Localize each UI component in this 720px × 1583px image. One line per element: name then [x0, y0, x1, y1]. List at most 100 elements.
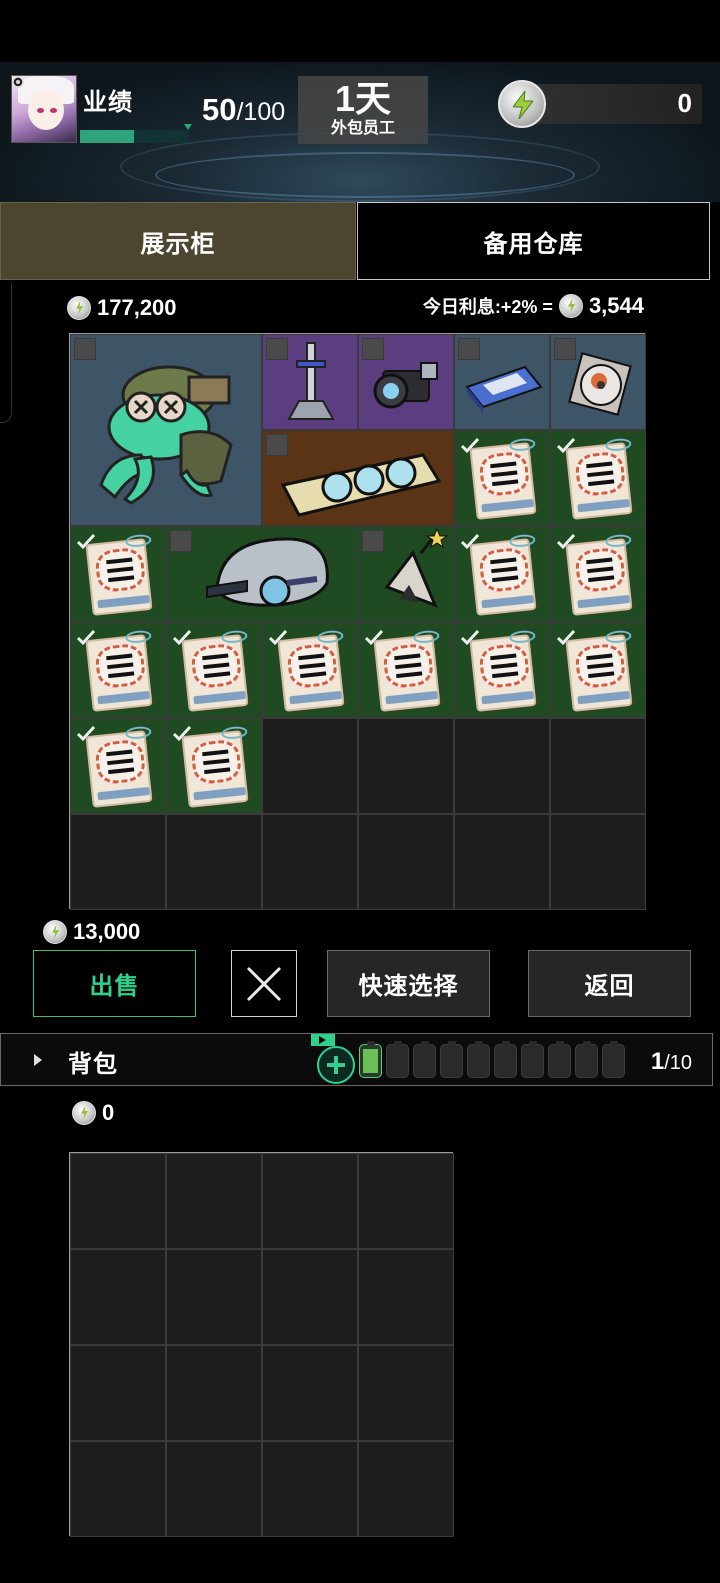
checkmark-icon[interactable] [459, 627, 481, 649]
item-congratulation-card[interactable] [262, 622, 358, 718]
item-congratulation-card[interactable] [550, 622, 646, 718]
checkmark-icon[interactable] [267, 627, 289, 649]
backpack-header[interactable]: 背包 1/10 [0, 1033, 713, 1086]
empty-slot[interactable] [454, 718, 550, 814]
checkmark-icon[interactable] [171, 723, 193, 745]
item-congratulation-card[interactable] [70, 718, 166, 814]
select-checkbox[interactable] [266, 434, 288, 456]
empty-slot[interactable] [358, 718, 454, 814]
item-sword-statue[interactable] [262, 334, 358, 430]
item-frog-figurine[interactable] [70, 334, 262, 526]
item-cd-disc[interactable] [550, 334, 646, 430]
battery-slot-empty [467, 1041, 490, 1078]
select-checkbox[interactable] [362, 530, 384, 552]
card-bars [106, 557, 135, 583]
item-congratulation-card[interactable] [166, 718, 262, 814]
back-button[interactable]: 返回 [528, 950, 691, 1017]
backpack-slot[interactable] [358, 1249, 454, 1345]
quick-select-button[interactable]: 快速选择 [327, 950, 490, 1017]
select-checkbox[interactable] [266, 338, 288, 360]
select-checkbox[interactable] [458, 338, 480, 360]
item-congratulation-card[interactable] [454, 622, 550, 718]
backpack-money: 0 [72, 1100, 114, 1126]
checkmark-icon[interactable] [75, 627, 97, 649]
item-graphics-card[interactable] [262, 430, 454, 526]
item-storage-drive[interactable] [454, 334, 550, 430]
empty-slot[interactable] [550, 718, 646, 814]
battery-slot-empty [575, 1041, 598, 1078]
performance-max: /100 [236, 98, 286, 126]
select-checkbox[interactable] [74, 338, 96, 360]
select-checkbox[interactable] [362, 338, 384, 360]
backpack-slot[interactable] [262, 1249, 358, 1345]
item-congratulation-card[interactable] [70, 526, 166, 622]
item-congratulation-card[interactable] [70, 622, 166, 718]
close-icon [246, 966, 282, 1001]
empty-slot[interactable] [262, 814, 358, 910]
backpack-slot[interactable] [166, 1249, 262, 1345]
checkmark-icon[interactable] [171, 627, 193, 649]
tab-showcase[interactable]: 展示柜 [0, 202, 356, 280]
expand-arrow-icon[interactable] [34, 1054, 42, 1066]
card-clip [220, 629, 248, 645]
backpack-slot[interactable] [262, 1345, 358, 1441]
item-helmet[interactable] [166, 526, 358, 622]
add-capacity-button[interactable] [317, 1046, 355, 1084]
empty-slot[interactable] [358, 814, 454, 910]
empty-slot[interactable] [262, 718, 358, 814]
item-congratulation-card[interactable] [550, 430, 646, 526]
item-onigiri-wand[interactable] [358, 526, 454, 622]
video-ad-icon [311, 1034, 335, 1046]
tab-spare-storage[interactable]: 备用仓库 [357, 202, 710, 280]
checkmark-icon[interactable] [363, 627, 385, 649]
empty-slot[interactable] [550, 814, 646, 910]
battery-slot-empty [386, 1041, 409, 1078]
empty-slot[interactable] [454, 814, 550, 910]
card-clip [508, 533, 536, 549]
card-clip [508, 437, 536, 453]
backpack-slot[interactable] [358, 1153, 454, 1249]
backpack-slot[interactable] [262, 1153, 358, 1249]
avatar-face [28, 90, 64, 130]
backpack-slot[interactable] [166, 1441, 262, 1537]
backpack-slot[interactable] [70, 1441, 166, 1537]
backpack-slot[interactable] [166, 1345, 262, 1441]
select-checkbox[interactable] [554, 338, 576, 360]
gear-icon[interactable] [11, 75, 25, 89]
item-camera-lens[interactable] [358, 334, 454, 430]
checkmark-icon[interactable] [555, 435, 577, 457]
checkmark-icon[interactable] [555, 531, 577, 553]
frog-figurine-icon [99, 365, 233, 505]
select-checkbox[interactable] [170, 530, 192, 552]
empty-slot[interactable] [70, 814, 166, 910]
card-label [289, 690, 342, 705]
item-congratulation-card[interactable] [358, 622, 454, 718]
backpack-slot[interactable] [358, 1441, 454, 1537]
checkmark-icon[interactable] [75, 531, 97, 553]
checkmark-icon[interactable] [459, 435, 481, 457]
backpack-count: 1/10 [651, 1048, 692, 1076]
backpack-slot[interactable] [262, 1441, 358, 1537]
item-congratulation-card[interactable] [454, 430, 550, 526]
backpack-slot[interactable] [70, 1153, 166, 1249]
backpack-slot[interactable] [166, 1153, 262, 1249]
checkmark-icon[interactable] [555, 627, 577, 649]
clear-selection-button[interactable] [231, 950, 297, 1017]
checkmark-icon[interactable] [459, 531, 481, 553]
card-bars [586, 461, 615, 487]
backpack-slot[interactable] [70, 1249, 166, 1345]
card-label [577, 594, 630, 609]
backpack-slot[interactable] [358, 1345, 454, 1441]
empty-slot[interactable] [166, 814, 262, 910]
item-congratulation-card[interactable] [550, 526, 646, 622]
item-congratulation-card[interactable] [166, 622, 262, 718]
sell-button[interactable]: 出售 [33, 950, 196, 1017]
performance-bar [80, 130, 188, 143]
selection-value-text: 13,000 [73, 919, 141, 944]
item-congratulation-card[interactable] [454, 526, 550, 622]
checkmark-icon[interactable] [75, 723, 97, 745]
card-bars [586, 557, 615, 583]
backpack-slot[interactable] [70, 1345, 166, 1441]
side-drawer-edge[interactable] [0, 283, 12, 423]
battery-slot-filled [359, 1041, 382, 1078]
